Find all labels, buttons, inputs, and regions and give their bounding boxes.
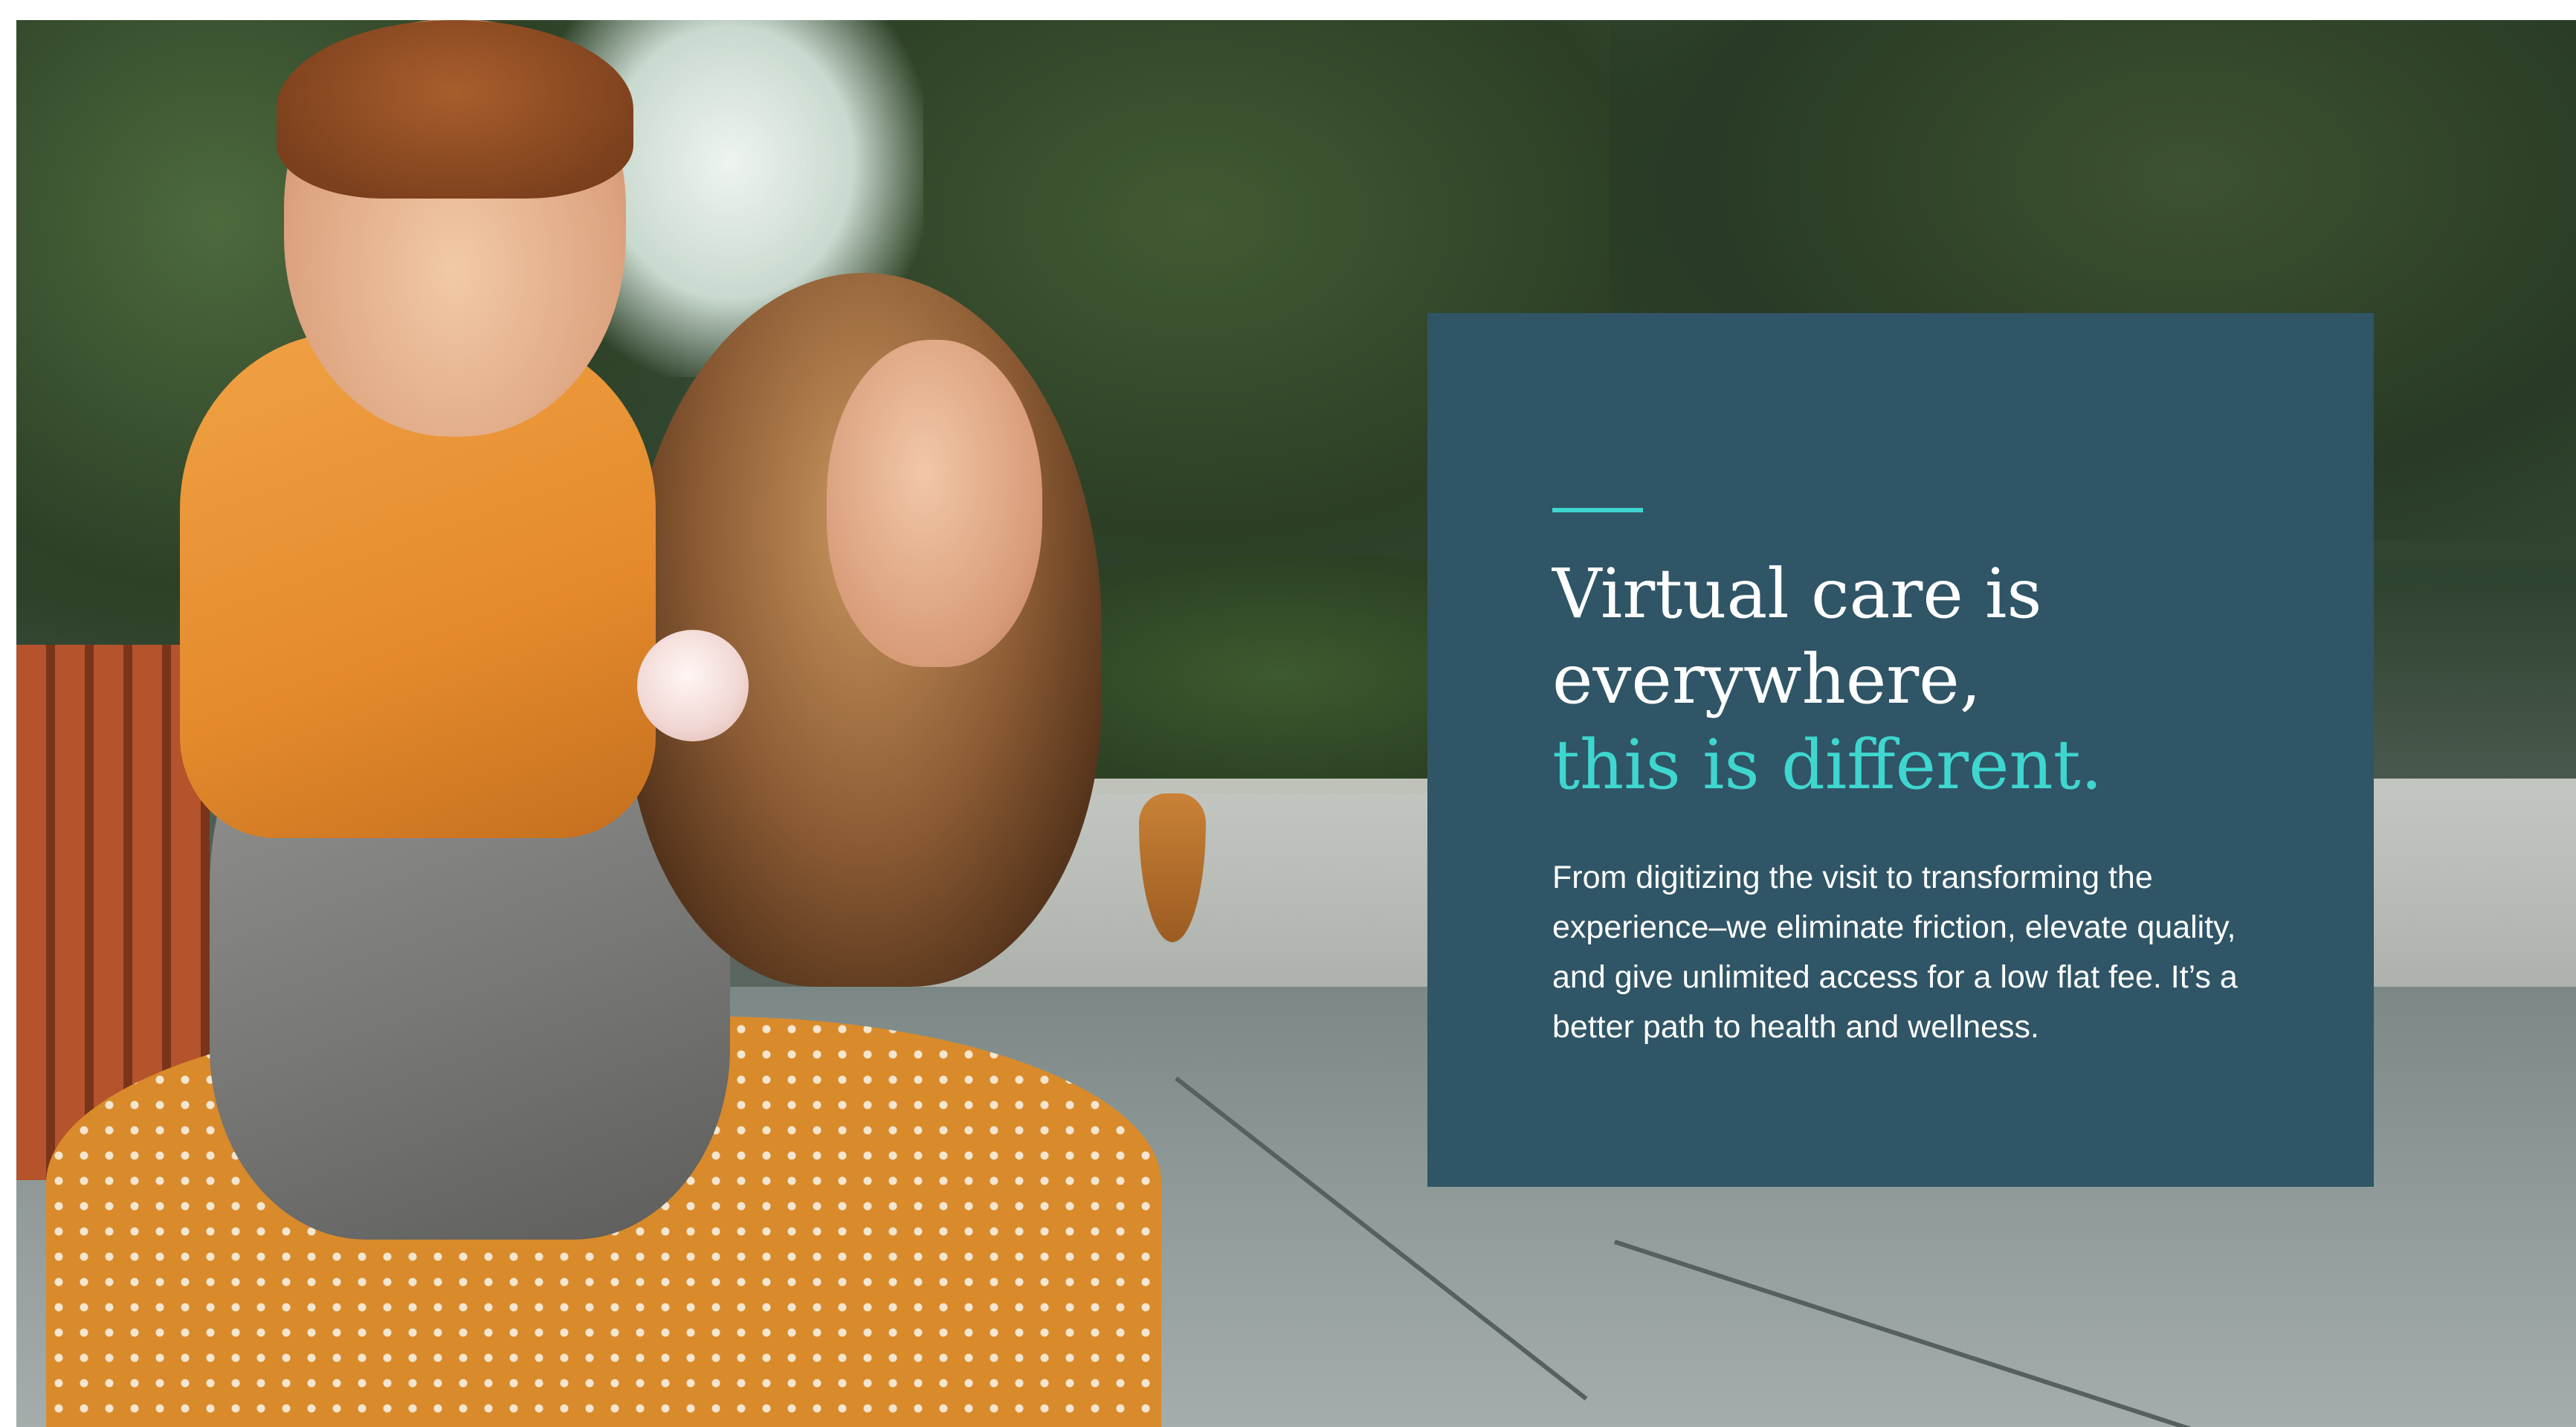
headline-line-2: everywhere,: [1552, 640, 1981, 719]
body-copy: From digitizing the visit to transformin…: [1552, 860, 2238, 1045]
pavement-joint: [1614, 1240, 2394, 1427]
headline-accent-line: this is different.: [1552, 725, 2102, 805]
hero-section: Virtual care is everywhere, this is diff…: [16, 20, 2576, 1427]
headline: Virtual care is everywhere, this is diff…: [1552, 551, 2325, 808]
ice-cream-scoop: [637, 630, 749, 741]
message-card: Virtual care is everywhere, this is diff…: [1427, 313, 2374, 1187]
headline-line-1: Virtual care is: [1552, 554, 2042, 634]
boy-hair: [277, 20, 633, 199]
woman-face: [827, 340, 1042, 667]
accent-rule: [1552, 508, 1643, 512]
